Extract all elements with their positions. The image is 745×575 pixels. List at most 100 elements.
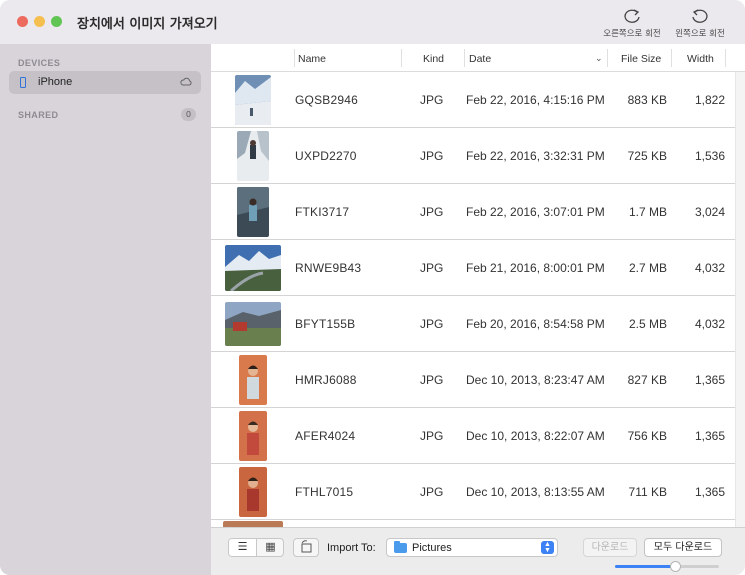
table-row[interactable]: AFER4024 JPG Dec 10, 2013, 8:22:07 AM 75… — [211, 408, 735, 464]
slider-fill — [615, 565, 675, 568]
title-bar: 장치에서 이미지 가져오기 오른쪽으로 회전 왼쪽으로 회전 — [0, 0, 745, 44]
column-header: Name Kind Date ⌄ File Size Width — [211, 44, 745, 72]
image-width: 3,024 — [695, 205, 726, 219]
shared-count-badge: 0 — [181, 108, 196, 121]
bottom-toolbar: ☰ ▦ Import To: Pictures ▲ ▼ 다운로드 모두 다운로드 — [211, 527, 745, 575]
import-destination-select[interactable]: Pictures ▲ ▼ — [386, 538, 558, 557]
column-divider[interactable] — [294, 49, 295, 67]
image-width: 1,822 — [695, 93, 726, 107]
devices-section-label: DEVICES — [18, 58, 61, 68]
file-date: Feb 22, 2016, 4:15:16 PM — [466, 93, 605, 107]
select-arrows-icon: ▲ ▼ — [541, 541, 554, 554]
file-date: Dec 10, 2013, 8:23:47 AM — [466, 373, 605, 387]
import-destination-value: Pictures — [412, 542, 452, 554]
file-kind: JPG — [420, 429, 444, 443]
folder-icon — [394, 541, 407, 553]
table-row[interactable]: HMRJ6088 JPG Dec 10, 2013, 8:23:47 AM 82… — [211, 352, 735, 408]
rotate-button[interactable] — [293, 538, 319, 557]
table-row[interactable]: BFYT155B JPG Feb 20, 2016, 8:54:58 PM 2.… — [211, 296, 735, 352]
shared-section-label: SHARED — [18, 110, 59, 120]
file-date: Feb 20, 2016, 8:54:58 PM — [466, 317, 605, 331]
file-kind: JPG — [420, 373, 444, 387]
photo-thumbnail — [235, 75, 271, 125]
file-kind: JPG — [420, 93, 444, 107]
file-kind: JPG — [420, 485, 444, 499]
file-name: HMRJ6088 — [295, 373, 357, 387]
date-column-header[interactable]: Date — [469, 53, 491, 65]
close-window-button[interactable] — [17, 16, 28, 27]
device-name: iPhone — [38, 76, 73, 88]
image-width: 1,536 — [695, 149, 726, 163]
file-kind: JPG — [420, 317, 444, 331]
file-date: Dec 10, 2013, 8:22:07 AM — [466, 429, 605, 443]
image-width: 1,365 — [695, 485, 726, 499]
thumbnail-size-slider[interactable] — [615, 561, 719, 572]
photo-thumbnail — [237, 131, 269, 181]
import-window: 장치에서 이미지 가져오기 오른쪽으로 회전 왼쪽으로 회전 DEVICES i… — [0, 0, 745, 575]
view-mode-toggle: ☰ ▦ — [228, 538, 284, 557]
name-column-header[interactable]: Name — [298, 53, 326, 65]
column-divider[interactable] — [401, 49, 402, 67]
file-date: Feb 21, 2016, 8:00:01 PM — [466, 261, 605, 275]
image-width: 4,032 — [695, 317, 726, 331]
image-width: 1,365 — [695, 373, 726, 387]
kind-column-header[interactable]: Kind — [423, 53, 444, 65]
table-row[interactable]: UXPD2270 JPG Feb 22, 2016, 3:32:31 PM 72… — [211, 128, 735, 184]
file-size: 2.7 MB — [628, 261, 667, 275]
image-width: 1,365 — [695, 429, 726, 443]
rotate-right-icon — [624, 9, 640, 23]
sort-descending-icon: ⌄ — [595, 53, 603, 63]
rotate-icon — [301, 540, 312, 553]
file-name: AFER4024 — [295, 429, 356, 443]
file-size: 756 KB — [627, 429, 667, 443]
rotate-left-icon — [692, 9, 708, 23]
column-divider[interactable] — [725, 49, 726, 67]
file-date: Feb 22, 2016, 3:07:01 PM — [466, 205, 605, 219]
vertical-scrollbar[interactable] — [735, 72, 745, 527]
grid-view-icon[interactable]: ▦ — [257, 539, 284, 556]
file-size: 883 KB — [627, 93, 667, 107]
cloud-icon — [180, 77, 192, 86]
file-size: 725 KB — [627, 149, 667, 163]
file-date: Dec 10, 2013, 8:13:55 AM — [466, 485, 605, 499]
slider-knob[interactable] — [670, 561, 681, 572]
photo-thumbnail — [225, 245, 281, 291]
download-all-button[interactable]: 모두 다운로드 — [644, 538, 722, 557]
window-title: 장치에서 이미지 가져오기 — [77, 17, 218, 32]
file-name: FTHL7015 — [295, 485, 354, 499]
file-kind: JPG — [420, 149, 444, 163]
list-view-icon[interactable]: ☰ — [229, 539, 257, 556]
rotate-left-button[interactable]: 왼쪽으로 회전 — [664, 6, 736, 44]
photo-thumbnail — [239, 411, 267, 461]
table-row[interactable] — [211, 520, 735, 527]
file-date: Feb 22, 2016, 3:32:31 PM — [466, 149, 605, 163]
width-column-header[interactable]: Width — [687, 53, 714, 65]
file-size: 711 KB — [628, 485, 667, 499]
sidebar-item-iphone[interactable]: iPhone — [9, 71, 201, 94]
minimize-window-button[interactable] — [34, 16, 45, 27]
photo-list-pane: Name Kind Date ⌄ File Size Width GQSB294… — [211, 44, 745, 575]
file-size: 1.7 MB — [628, 205, 667, 219]
column-divider[interactable] — [464, 49, 465, 67]
photo-thumbnail — [239, 467, 267, 517]
column-divider[interactable] — [671, 49, 672, 67]
file-size: 2.5 MB — [628, 317, 667, 331]
table-row[interactable]: GQSB2946 JPG Feb 22, 2016, 4:15:16 PM 88… — [211, 72, 735, 128]
iphone-icon — [20, 77, 26, 88]
file-size: 827 KB — [627, 373, 667, 387]
file-kind: JPG — [420, 261, 444, 275]
table-row[interactable]: FTHL7015 JPG Dec 10, 2013, 8:13:55 AM 71… — [211, 464, 735, 520]
download-button[interactable]: 다운로드 — [583, 538, 637, 557]
zoom-window-button[interactable] — [51, 16, 62, 27]
photo-thumbnail — [239, 355, 267, 405]
table-row[interactable]: RNWE9B43 JPG Feb 21, 2016, 8:00:01 PM 2.… — [211, 240, 735, 296]
rotate-left-label: 왼쪽으로 회전 — [675, 29, 725, 39]
rotate-right-button[interactable]: 오른쪽으로 회전 — [596, 6, 668, 44]
table-row[interactable]: FTKI3717 JPG Feb 22, 2016, 3:07:01 PM 1.… — [211, 184, 735, 240]
file-name: BFYT155B — [295, 317, 356, 331]
file-name: UXPD2270 — [295, 149, 357, 163]
column-divider[interactable] — [607, 49, 608, 67]
file-size-column-header[interactable]: File Size — [621, 53, 661, 65]
photo-thumbnail — [225, 302, 281, 346]
photo-thumbnail — [237, 187, 269, 237]
